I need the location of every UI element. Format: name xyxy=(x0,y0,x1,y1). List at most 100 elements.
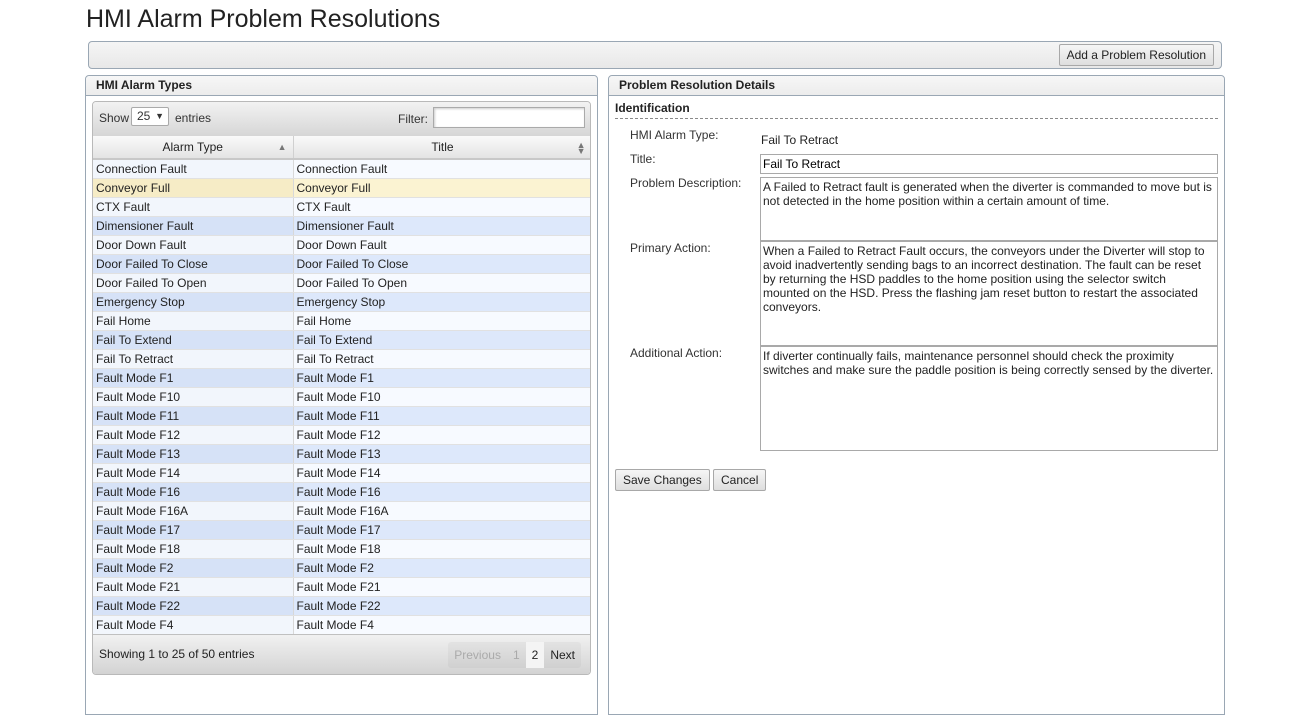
alarm-type-cell: Fail Home xyxy=(93,311,294,331)
table-row[interactable]: Door Failed To Open Door Failed To Open xyxy=(93,273,590,293)
identification-section-title: Identification xyxy=(615,101,690,115)
table-row[interactable]: Conveyor Full Conveyor Full xyxy=(93,178,590,198)
table-row[interactable]: Fault Mode F12 Fault Mode F12 xyxy=(93,425,590,445)
title-cell: Fault Mode F11 xyxy=(293,406,590,426)
title-cell: Emergency Stop xyxy=(293,292,590,312)
title-cell: Fault Mode F2 xyxy=(293,558,590,578)
title-cell: Door Failed To Open xyxy=(293,273,590,293)
table-row[interactable]: Fault Mode F17 Fault Mode F17 xyxy=(93,520,590,540)
table-row[interactable]: Fault Mode F2 Fault Mode F2 xyxy=(93,558,590,578)
alarm-type-cell: Fault Mode F13 xyxy=(93,444,294,464)
sort-ascending-icon: ▲ xyxy=(277,142,287,152)
table-row[interactable]: Fault Mode F14 Fault Mode F14 xyxy=(93,463,590,483)
title-cell: Fail To Retract xyxy=(293,349,590,369)
table-row[interactable]: Fault Mode F18 Fault Mode F18 xyxy=(93,539,590,559)
table-row[interactable]: Fault Mode F16A Fault Mode F16A xyxy=(93,501,590,521)
page-1-button[interactable]: 1 xyxy=(507,642,526,668)
table-row[interactable]: Fault Mode F4 Fault Mode F4 xyxy=(93,615,590,635)
filter-label: Filter: xyxy=(398,112,428,126)
alarm-type-cell: Fault Mode F11 xyxy=(93,406,294,426)
alarm-type-cell: Fault Mode F12 xyxy=(93,425,294,445)
table-row[interactable]: Fault Mode F13 Fault Mode F13 xyxy=(93,444,590,464)
primary-action-textarea[interactable]: When a Failed to Retract Fault occurs, t… xyxy=(760,241,1218,346)
primary-action-label: Primary Action: xyxy=(630,241,711,255)
column-header-label: Title xyxy=(431,140,454,154)
title-cell: Fault Mode F16A xyxy=(293,501,590,521)
problem-description-textarea[interactable]: A Failed to Retract fault is generated w… xyxy=(760,177,1218,241)
next-page-button[interactable]: Next xyxy=(544,642,581,668)
table-footer: Showing 1 to 25 of 50 entries Previous 1… xyxy=(93,634,590,674)
page-length-select[interactable]: 25 ▼ xyxy=(131,107,169,126)
alarm-type-cell: Fault Mode F22 xyxy=(93,596,294,616)
sort-both-icon: ▲ ▼ xyxy=(576,140,586,156)
additional-action-textarea[interactable]: If diverter continually fails, maintenan… xyxy=(760,346,1218,451)
resolution-details-header: Problem Resolution Details xyxy=(609,76,1224,96)
title-cell: Fault Mode F10 xyxy=(293,387,590,407)
alarm-type-cell: Door Failed To Close xyxy=(93,254,294,274)
table-row[interactable]: Fault Mode F16 Fault Mode F16 xyxy=(93,482,590,502)
table-row[interactable]: Fail To Retract Fail To Retract xyxy=(93,349,590,369)
title-cell: Fault Mode F22 xyxy=(293,596,590,616)
table-row[interactable]: Door Failed To Close Door Failed To Close xyxy=(93,254,590,274)
table-row[interactable]: Dimensioner Fault Dimensioner Fault xyxy=(93,216,590,236)
title-cell: Connection Fault xyxy=(293,159,590,179)
alarm-type-cell: Door Down Fault xyxy=(93,235,294,255)
alarm-type-cell: Fault Mode F1 xyxy=(93,368,294,388)
add-problem-resolution-button[interactable]: Add a Problem Resolution xyxy=(1058,44,1214,66)
save-changes-button[interactable]: Save Changes xyxy=(615,469,710,491)
alarm-type-cell: Dimensioner Fault xyxy=(93,216,294,236)
page-title: HMI Alarm Problem Resolutions xyxy=(86,5,441,33)
table-toolbar: Show 25 ▼ entries Filter: xyxy=(93,102,590,136)
table-row[interactable]: Fault Mode F1 Fault Mode F1 xyxy=(93,368,590,388)
alarm-type-cell: Fault Mode F16 xyxy=(93,482,294,502)
table-row[interactable]: Fault Mode F11 Fault Mode F11 xyxy=(93,406,590,426)
alarm-type-cell: Fault Mode F17 xyxy=(93,520,294,540)
filter-input[interactable] xyxy=(433,107,585,128)
cancel-button[interactable]: Cancel xyxy=(713,469,767,491)
column-header-title[interactable]: Title ▲ ▼ xyxy=(293,136,590,160)
table-row[interactable]: Emergency Stop Emergency Stop xyxy=(93,292,590,312)
alarm-type-cell: Emergency Stop xyxy=(93,292,294,312)
title-cell: Fault Mode F17 xyxy=(293,520,590,540)
title-cell: Conveyor Full xyxy=(293,178,590,198)
show-label: Show xyxy=(99,111,130,125)
table-row[interactable]: Fail To Extend Fail To Extend xyxy=(93,330,590,350)
alarm-type-cell: Fault Mode F21 xyxy=(93,577,294,597)
page-2-button[interactable]: 2 xyxy=(525,642,545,668)
title-input[interactable] xyxy=(760,154,1218,174)
title-cell: Fault Mode F21 xyxy=(293,577,590,597)
alarm-type-cell: Fail To Extend xyxy=(93,330,294,350)
page-length-value: 25 xyxy=(137,109,151,123)
alarm-type-value: Fail To Retract xyxy=(761,133,839,147)
table-row[interactable]: Fault Mode F22 Fault Mode F22 xyxy=(93,596,590,616)
title-cell: Fail Home xyxy=(293,311,590,331)
chevron-down-icon: ▼ xyxy=(155,111,164,121)
table-row[interactable]: CTX Fault CTX Fault xyxy=(93,197,590,217)
column-header-label: Alarm Type xyxy=(162,140,223,154)
title-cell: Door Failed To Close xyxy=(293,254,590,274)
column-header-alarm-type[interactable]: Alarm Type ▲ xyxy=(93,136,294,160)
table-row[interactable]: Fault Mode F21 Fault Mode F21 xyxy=(93,577,590,597)
alarm-type-cell: Fault Mode F4 xyxy=(93,615,294,635)
alarm-type-cell: Fault Mode F14 xyxy=(93,463,294,483)
alarm-type-label: HMI Alarm Type: xyxy=(630,128,719,142)
toolbar: Add a Problem Resolution xyxy=(88,41,1222,69)
alarm-type-cell: Fault Mode F10 xyxy=(93,387,294,407)
alarm-type-cell: Fault Mode F16A xyxy=(93,501,294,521)
alarm-type-cell: Connection Fault xyxy=(93,159,294,179)
title-cell: Dimensioner Fault xyxy=(293,216,590,236)
title-cell: Fault Mode F14 xyxy=(293,463,590,483)
table-info: Showing 1 to 25 of 50 entries xyxy=(99,647,255,661)
table-row[interactable]: Door Down Fault Door Down Fault xyxy=(93,235,590,255)
title-cell: Fault Mode F4 xyxy=(293,615,590,635)
section-divider xyxy=(615,118,1218,119)
title-cell: Fail To Extend xyxy=(293,330,590,350)
title-cell: CTX Fault xyxy=(293,197,590,217)
table-row[interactable]: Fault Mode F10 Fault Mode F10 xyxy=(93,387,590,407)
alarm-type-cell: Fault Mode F2 xyxy=(93,558,294,578)
title-cell: Fault Mode F16 xyxy=(293,482,590,502)
table-row[interactable]: Connection Fault Connection Fault xyxy=(93,159,590,179)
previous-page-button[interactable]: Previous xyxy=(448,642,507,668)
table-row[interactable]: Fail Home Fail Home xyxy=(93,311,590,331)
title-label: Title: xyxy=(630,152,656,166)
